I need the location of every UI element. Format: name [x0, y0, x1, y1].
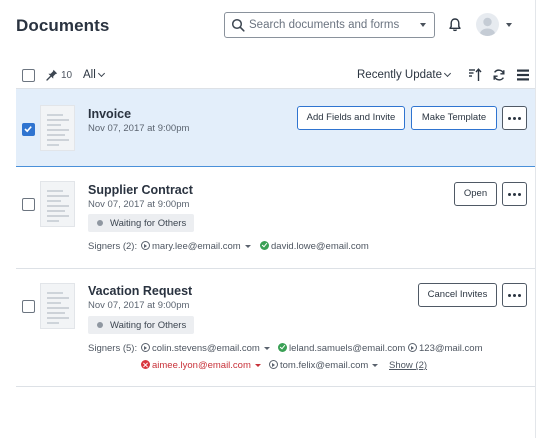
row-checkbox[interactable]	[22, 123, 35, 136]
signed-check-icon	[278, 343, 287, 352]
status-badge: Waiting for Others	[88, 214, 195, 232]
signed-check-icon	[260, 241, 269, 250]
user-icon	[480, 17, 495, 36]
signer-item[interactable]: aimee.lyon@email.com	[141, 360, 261, 371]
list-view-icon[interactable]	[516, 68, 530, 82]
status-dot-icon	[97, 322, 103, 328]
status-label: Waiting for Others	[110, 218, 187, 229]
select-all-checkbox[interactable]	[22, 69, 35, 82]
cancel-invites-button[interactable]: Cancel Invites	[418, 283, 497, 307]
document-icon	[47, 114, 69, 146]
more-options-button[interactable]	[502, 182, 527, 206]
open-button[interactable]: Open	[454, 182, 497, 206]
signer-item[interactable]: mary.lee@email.com	[141, 241, 251, 252]
signer-item: 123@mail.com	[408, 343, 483, 354]
row-checkbox[interactable]	[22, 198, 35, 211]
signer-item[interactable]: tom.felix@email.com	[269, 360, 379, 371]
signers-label: Signers (5):	[88, 343, 138, 354]
refresh-icon[interactable]	[492, 68, 506, 82]
document-name[interactable]: Vacation Request	[88, 284, 192, 298]
document-thumbnail[interactable]	[40, 283, 75, 329]
search-placeholder: Search documents and forms	[249, 19, 400, 31]
sort-label: Recently Update	[357, 69, 443, 81]
document-icon	[47, 190, 69, 222]
document-name[interactable]: Invoice	[88, 107, 131, 121]
search-icon	[231, 18, 245, 32]
signers-label: Signers (2):	[88, 241, 138, 252]
signer-email: mary.lee@email.com	[152, 241, 241, 252]
signer-email: colin.stevens@email.com	[152, 343, 260, 354]
pending-icon	[141, 241, 150, 250]
document-date: Nov 07, 2017 at 9:00pm	[88, 300, 190, 311]
pending-icon	[269, 360, 278, 369]
document-icon	[47, 292, 69, 324]
sort-order-icon[interactable]	[468, 68, 482, 82]
document-row[interactable]: Vacation Request Nov 07, 2017 at 9:00pm …	[16, 269, 535, 386]
document-row[interactable]: Invoice Nov 07, 2017 at 9:00pm Add Field…	[16, 89, 535, 167]
page-title: Documents	[16, 16, 110, 35]
search-input[interactable]: Search documents and forms	[224, 12, 435, 38]
check-icon	[24, 126, 32, 133]
pending-icon	[408, 343, 417, 352]
document-thumbnail[interactable]	[40, 181, 75, 227]
more-options-button[interactable]	[502, 106, 527, 130]
signer-dropdown-icon[interactable]	[263, 347, 270, 350]
signer-item: leland.samuels@email.com	[278, 343, 405, 354]
row-divider	[16, 386, 535, 387]
signer-email: aimee.lyon@email.com	[152, 360, 251, 371]
add-fields-invite-button[interactable]: Add Fields and Invite	[297, 106, 405, 130]
document-thumbnail[interactable]	[40, 105, 75, 151]
more-options-button[interactable]	[502, 283, 527, 307]
status-label: Waiting for Others	[110, 320, 187, 331]
status-dot-icon	[97, 220, 103, 226]
signer-email: tom.felix@email.com	[280, 360, 369, 371]
row-checkbox[interactable]	[22, 300, 35, 313]
avatar[interactable]	[476, 13, 499, 36]
signer-item: david.lowe@email.com	[260, 241, 369, 252]
document-row[interactable]: Supplier Contract Nov 07, 2017 at 9:00pm…	[16, 167, 535, 268]
sort-dropdown[interactable]: Recently Update	[357, 69, 452, 81]
signer-email: 123@mail.com	[419, 343, 483, 354]
signer-email: david.lowe@email.com	[271, 241, 369, 252]
chevron-down-icon	[97, 69, 105, 78]
declined-icon	[141, 360, 150, 369]
signer-dropdown-icon[interactable]	[254, 364, 261, 367]
search-dropdown-icon[interactable]	[420, 23, 426, 27]
show-more-signers-link[interactable]: Show (2)	[389, 360, 427, 371]
document-date: Nov 07, 2017 at 9:00pm	[88, 123, 190, 134]
filter-label: All	[83, 69, 96, 81]
signer-dropdown-icon[interactable]	[372, 364, 379, 367]
document-date: Nov 07, 2017 at 9:00pm	[88, 199, 190, 210]
documents-panel: Documents Search documents and forms 10 …	[0, 0, 536, 438]
document-name[interactable]: Supplier Contract	[88, 183, 193, 197]
pinned-count: 10	[61, 70, 73, 81]
chevron-down-icon	[443, 69, 452, 78]
make-template-button[interactable]: Make Template	[411, 106, 497, 130]
bell-icon[interactable]	[448, 17, 462, 33]
signer-item[interactable]: colin.stevens@email.com	[141, 343, 270, 354]
signer-email: leland.samuels@email.com	[289, 343, 406, 354]
signer-dropdown-icon[interactable]	[244, 245, 251, 248]
status-badge: Waiting for Others	[88, 316, 195, 334]
pending-icon	[141, 343, 150, 352]
pin-icon[interactable]	[46, 69, 58, 81]
filter-dropdown[interactable]: All	[83, 69, 105, 81]
account-dropdown-icon[interactable]	[506, 23, 512, 27]
